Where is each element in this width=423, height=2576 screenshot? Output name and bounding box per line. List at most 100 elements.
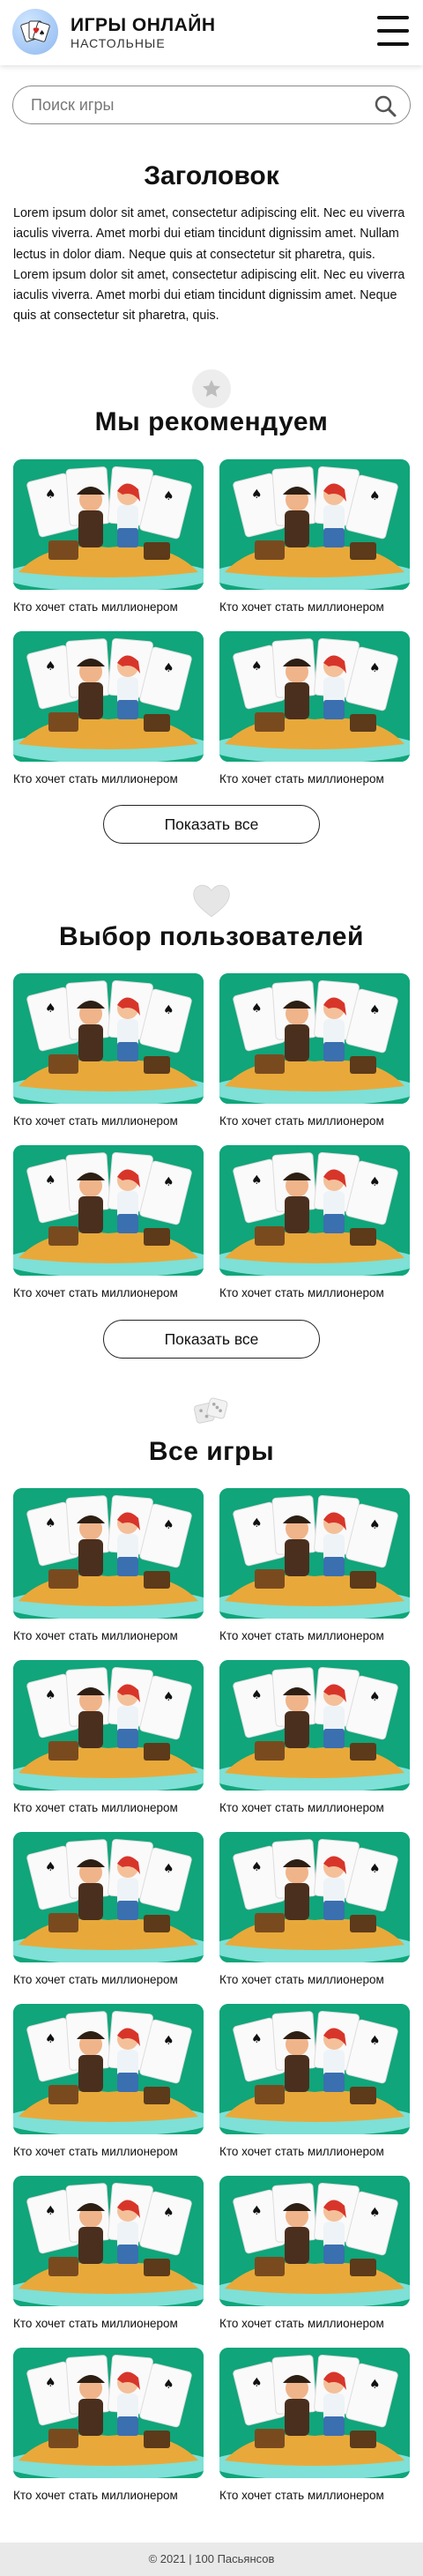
show-all-recommended-button[interactable]: Показать все [103, 805, 320, 844]
game-card[interactable]: ♠ ♠ Кто хочет стать миллионером [219, 459, 410, 631]
users-choice-grid: ♠ ♠ Кто хочет стать миллионером ♠ ♠ Кто … [13, 973, 410, 1317]
game-thumbnail[interactable]: ♠ ♠ [13, 2348, 204, 2478]
game-thumbnail[interactable]: ♠ ♠ [219, 1660, 410, 1791]
svg-text:♠: ♠ [45, 1516, 56, 1530]
game-thumbnail[interactable]: ♠ ♠ [13, 1488, 204, 1619]
game-card[interactable]: ♠ ♠ Кто хочет стать миллионером [219, 2176, 410, 2348]
game-thumbnail[interactable]: ♠ ♠ [13, 631, 204, 762]
game-thumbnail[interactable]: ♠ ♠ [13, 1832, 204, 1962]
svg-text:♠: ♠ [251, 1688, 263, 1702]
svg-text:♠: ♠ [163, 489, 174, 503]
game-title: Кто хочет стать миллионером [13, 1973, 178, 1986]
game-card[interactable]: ♠ ♠ Кто хочет стать миллионером [219, 2004, 410, 2176]
svg-text:♠: ♠ [369, 2378, 381, 2392]
game-thumbnail[interactable]: ♠ ♠ [219, 1145, 410, 1276]
game-card[interactable]: ♠ ♠ Кто хочет стать миллионером [13, 631, 204, 803]
page-title: Заголовок [144, 161, 279, 190]
svg-text:♠: ♠ [163, 661, 174, 675]
show-all-users-choice-button[interactable]: Показать все [103, 1320, 320, 1359]
game-thumbnail[interactable]: ♠ ♠ [13, 2176, 204, 2306]
game-thumbnail[interactable]: ♠ ♠ [219, 1832, 410, 1962]
svg-text:♠: ♠ [251, 2376, 263, 2390]
game-card[interactable]: ♠ ♠ Кто хочет стать миллионером [219, 631, 410, 803]
game-thumbnail[interactable]: ♠ ♠ [219, 2004, 410, 2134]
game-thumbnail[interactable]: ♠ ♠ [219, 1488, 410, 1619]
game-thumbnail[interactable]: ♠ ♠ [13, 459, 204, 590]
svg-text:♠: ♠ [39, 29, 45, 37]
game-title: Кто хочет стать миллионером [13, 1801, 178, 1814]
menu-burger-icon[interactable] [377, 16, 409, 46]
game-thumbnail[interactable]: ♠ ♠ [219, 2348, 410, 2478]
game-title: Кто хочет стать миллионером [13, 1114, 178, 1128]
game-card[interactable]: ♠ ♠ Кто хочет стать миллионером [219, 1488, 410, 1660]
logo-cards-icon[interactable]: ♥ ♠ [12, 9, 58, 55]
game-thumbnail[interactable]: ♠ ♠ [219, 973, 410, 1104]
game-thumbnail[interactable]: ♠ ♠ [219, 2176, 410, 2306]
svg-text:♠: ♠ [369, 661, 381, 675]
game-title: Кто хочет стать миллионером [219, 2145, 384, 2158]
svg-text:♠: ♠ [251, 1860, 263, 1874]
svg-text:♠: ♠ [369, 1003, 381, 1017]
game-card[interactable]: ♠ ♠ Кто хочет стать миллионером [13, 2004, 204, 2176]
svg-text:♠: ♠ [251, 2204, 263, 2218]
search-input[interactable] [31, 93, 357, 116]
svg-text:♠: ♠ [163, 2206, 174, 2220]
game-card[interactable]: ♠ ♠ Кто хочет стать миллионером [13, 1660, 204, 1832]
svg-text:♠: ♠ [251, 2032, 263, 2046]
game-card[interactable]: ♠ ♠ Кто хочет стать миллионером [219, 1145, 410, 1317]
game-thumbnail[interactable]: ♠ ♠ [13, 1145, 204, 1276]
svg-text:♠: ♠ [45, 488, 56, 502]
svg-text:♠: ♠ [45, 2376, 56, 2390]
section-title-recommended: Мы рекомендуем [94, 407, 329, 436]
svg-text:♠: ♠ [163, 2034, 174, 2048]
svg-text:♠: ♠ [163, 1862, 174, 1876]
svg-text:♠: ♠ [369, 2206, 381, 2220]
game-title: Кто хочет стать миллионером [219, 1114, 384, 1128]
svg-text:♠: ♠ [163, 1518, 174, 1532]
game-card[interactable]: ♠ ♠ Кто хочет стать миллионером [219, 1660, 410, 1832]
svg-text:♠: ♠ [251, 1516, 263, 1530]
game-card[interactable]: ♠ ♠ Кто хочет стать миллионером [13, 1832, 204, 2004]
game-card[interactable]: ♠ ♠ Кто хочет стать миллионером [13, 2176, 204, 2348]
brand[interactable]: ИГРЫ ОНЛАЙН НАСТОЛЬНЫЕ [70, 15, 216, 50]
svg-text:♠: ♠ [369, 489, 381, 503]
svg-text:♠: ♠ [45, 659, 56, 674]
game-title: Кто хочет стать миллионером [13, 1629, 178, 1642]
intro-text: Lorem ipsum dolor sit amet, consectetur … [13, 206, 405, 324]
game-card[interactable]: ♠ ♠ Кто хочет стать миллионером [219, 1832, 410, 2004]
search-icon[interactable] [373, 93, 397, 118]
game-card[interactable]: ♠ ♠ Кто хочет стать миллионером [219, 973, 410, 1145]
svg-text:♠: ♠ [251, 659, 263, 674]
site-header: ♥ ♠ ИГРЫ ОНЛАЙН НАСТОЛЬНЫЕ [0, 0, 423, 65]
game-thumbnail[interactable]: ♠ ♠ [13, 2004, 204, 2134]
svg-text:♠: ♠ [251, 488, 263, 502]
game-card[interactable]: ♠ ♠ Кто хочет стать миллионером [13, 1145, 204, 1317]
svg-text:♠: ♠ [251, 1001, 263, 1016]
footer: © 2021 | 100 Пасьянсов [0, 2542, 423, 2576]
game-card[interactable]: ♠ ♠ Кто хочет стать миллионером [13, 2348, 204, 2520]
search-bar [12, 86, 411, 124]
svg-text:♠: ♠ [45, 2204, 56, 2218]
game-title: Кто хочет стать миллионером [219, 772, 384, 785]
game-thumbnail[interactable]: ♠ ♠ [219, 459, 410, 590]
brand-subtitle: НАСТОЛЬНЫЕ [70, 36, 166, 50]
game-thumbnail[interactable]: ♠ ♠ [13, 1660, 204, 1791]
game-card[interactable]: ♠ ♠ Кто хочет стать миллионером [219, 2348, 410, 2520]
svg-text:♠: ♠ [45, 1001, 56, 1016]
game-card[interactable]: ♠ ♠ Кто хочет стать миллионером [13, 459, 204, 631]
section-title-all-games: Все игры [148, 1437, 275, 1466]
svg-text:♠: ♠ [369, 1175, 381, 1189]
game-card[interactable]: ♠ ♠ Кто хочет стать миллионером [13, 1488, 204, 1660]
game-title: Кто хочет стать миллионером [219, 1801, 384, 1814]
svg-text:♠: ♠ [251, 1173, 263, 1187]
svg-text:♠: ♠ [369, 1862, 381, 1876]
game-card[interactable]: ♠ ♠ Кто хочет стать миллионером [13, 973, 204, 1145]
svg-text:♠: ♠ [163, 1003, 174, 1017]
svg-text:♠: ♠ [163, 1690, 174, 1704]
game-title: Кто хочет стать миллионером [219, 1629, 384, 1642]
game-thumbnail[interactable]: ♠ ♠ [219, 631, 410, 762]
game-thumbnail[interactable]: ♠ ♠ [13, 973, 204, 1104]
game-title: Кто хочет стать миллионером [13, 600, 178, 614]
svg-text:♠: ♠ [369, 2034, 381, 2048]
game-title: Кто хочет стать миллионером [219, 1973, 384, 1986]
